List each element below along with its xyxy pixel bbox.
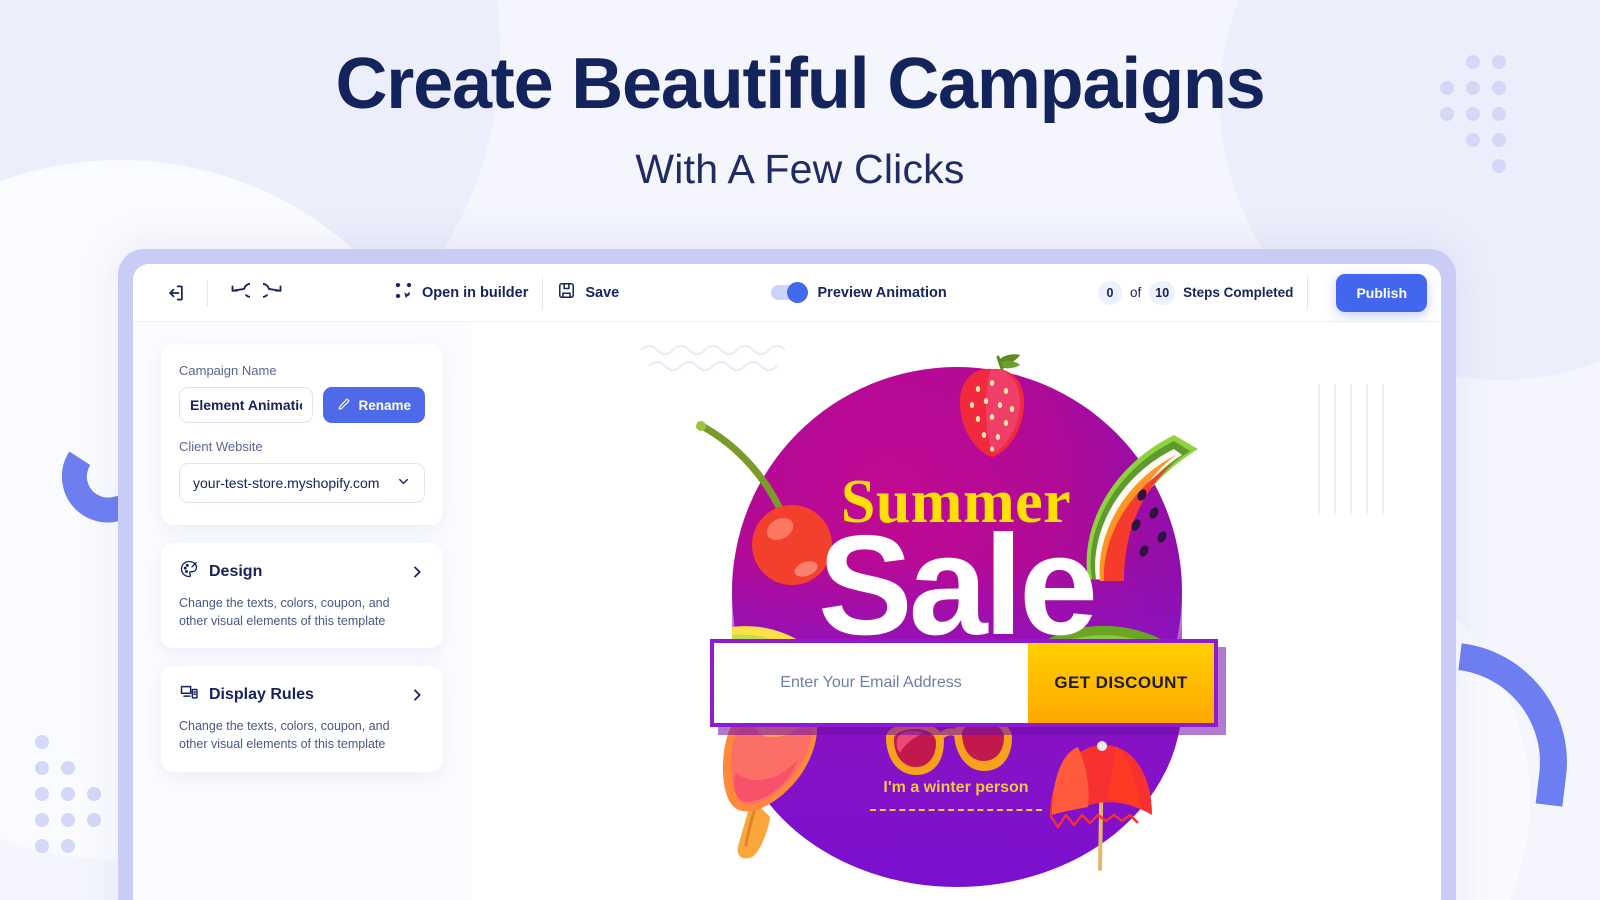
save-button[interactable]: Save xyxy=(557,281,619,304)
rename-button[interactable]: Rename xyxy=(323,387,425,423)
decorative-dot xyxy=(61,761,75,775)
decline-underline xyxy=(870,809,1042,811)
toolbar-divider-3 xyxy=(1307,275,1309,310)
decorative-dot xyxy=(87,787,101,801)
campaign-preview-canvas: Summer Sale GET DISCOUNT I'm a winter pe… xyxy=(471,322,1441,900)
hero-section: Create Beautiful Campaigns With A Few Cl… xyxy=(0,48,1600,193)
page-root: Create Beautiful Campaigns With A Few Cl… xyxy=(0,0,1600,900)
floppy-disk-icon xyxy=(557,281,576,304)
design-description: Change the texts, colors, coupon, and ot… xyxy=(179,596,390,629)
toolbar-divider-2 xyxy=(542,275,544,310)
editor-toolbar: Open in builder Save Preview Animation 0… xyxy=(133,264,1441,322)
squiggle-decoration-right xyxy=(1318,384,1384,514)
design-header[interactable]: Design xyxy=(179,559,425,584)
client-website-label: Client Website xyxy=(179,439,263,454)
chevron-right-icon[interactable] xyxy=(409,687,425,703)
open-in-builder-button[interactable]: Open in builder xyxy=(394,281,528,304)
rename-label: Rename xyxy=(358,397,411,413)
chevron-down-icon xyxy=(396,474,411,492)
steps-of-label: of xyxy=(1129,285,1142,300)
toggle-track[interactable] xyxy=(770,282,808,303)
display-rules-header[interactable]: Display Rules xyxy=(179,682,425,707)
client-website-select[interactable]: your-test-store.myshopify.com xyxy=(179,463,425,503)
decorative-dot xyxy=(61,813,75,827)
undo-icon[interactable] xyxy=(222,276,256,310)
steps-completed-label: Steps Completed xyxy=(1183,285,1294,300)
toolbar-divider-1 xyxy=(207,279,208,306)
popup-headline-main: Sale xyxy=(817,506,1098,665)
decline-offer-link[interactable]: I'm a winter person xyxy=(702,779,1210,797)
steps-completed-indicator: 0 of 10 Steps Completed xyxy=(1097,280,1294,305)
redo-icon[interactable] xyxy=(256,276,290,310)
campaign-name-row: Rename xyxy=(179,387,425,423)
steps-current: 0 xyxy=(1097,280,1122,305)
campaign-popup: Summer Sale GET DISCOUNT I'm a winter pe… xyxy=(696,354,1218,887)
palette-icon xyxy=(179,559,199,584)
design-title: Design xyxy=(209,562,263,580)
page-title: Create Beautiful Campaigns xyxy=(335,44,1265,124)
decorative-dot xyxy=(35,813,49,827)
toggle-knob xyxy=(786,282,808,303)
app-window: Open in builder Save Preview Animation 0… xyxy=(133,264,1441,900)
sidebar-item-display-rules[interactable]: Display Rules Change the texts, colors, … xyxy=(161,666,443,772)
campaign-name-label: Campaign Name xyxy=(179,363,277,378)
page-subtitle: With A Few Clicks xyxy=(635,146,965,192)
app-window-frame: Open in builder Save Preview Animation 0… xyxy=(118,249,1456,900)
preview-animation-toggle[interactable]: Preview Animation xyxy=(770,282,947,303)
sidebar-item-design[interactable]: Design Change the texts, colors, coupon,… xyxy=(161,543,443,649)
decorative-curve-right xyxy=(1443,643,1581,807)
decorative-dot xyxy=(61,839,75,853)
get-discount-button[interactable]: GET DISCOUNT xyxy=(1028,643,1214,723)
decorative-dot xyxy=(87,813,101,827)
steps-total: 10 xyxy=(1149,280,1176,305)
exit-icon[interactable] xyxy=(159,276,193,310)
campaign-name-input[interactable] xyxy=(179,387,314,423)
decorative-dot xyxy=(35,839,49,853)
email-input[interactable] xyxy=(714,643,1028,723)
decorative-dot xyxy=(35,761,49,775)
campaign-settings-card: Campaign Name Rename Client Web xyxy=(161,344,443,525)
preview-animation-label: Preview Animation xyxy=(817,284,947,301)
editor-sidebar: Campaign Name Rename Client Web xyxy=(133,322,471,900)
chevron-right-icon[interactable] xyxy=(409,564,425,580)
save-label: Save xyxy=(585,284,620,301)
strawberry-art xyxy=(959,354,1025,457)
client-website-value: your-test-store.myshopify.com xyxy=(193,475,380,491)
pencil-icon xyxy=(337,397,351,414)
popup-signup-form: GET DISCOUNT xyxy=(710,639,1218,727)
builder-frame-icon xyxy=(394,281,413,304)
decorative-dot xyxy=(35,735,49,749)
client-website-select-wrap: your-test-store.myshopify.com xyxy=(179,463,425,503)
decorative-dot xyxy=(35,787,49,801)
beach-umbrella-art xyxy=(1049,741,1152,871)
devices-icon xyxy=(179,682,199,707)
editor-body: Campaign Name Rename Client Web xyxy=(133,322,1441,900)
display-rules-description: Change the texts, colors, coupon, and ot… xyxy=(179,719,390,752)
decorative-dot xyxy=(61,787,75,801)
open-in-builder-label: Open in builder xyxy=(422,284,529,301)
publish-button[interactable]: Publish xyxy=(1336,273,1427,312)
display-rules-title: Display Rules xyxy=(209,685,314,703)
